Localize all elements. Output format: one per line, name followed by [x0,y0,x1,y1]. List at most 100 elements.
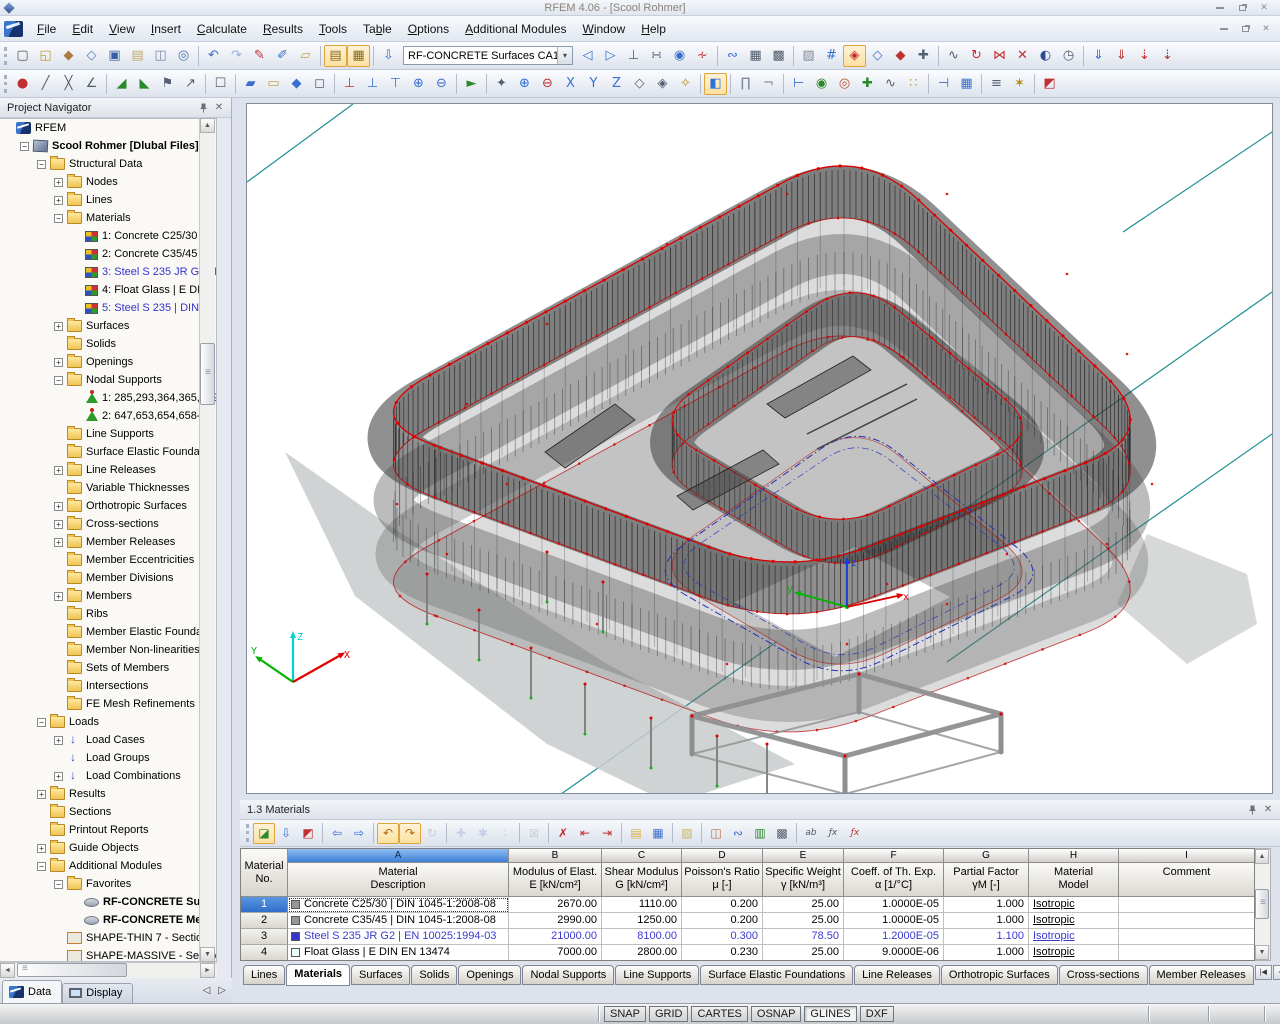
export-selection-button[interactable]: ◩ [297,823,319,844]
tree-item-member-elastic-foundat[interactable]: Member Elastic Foundat [0,623,216,641]
table-tab-member-releases[interactable]: Member Releases [1149,965,1254,985]
tab-data[interactable]: Data [2,980,62,1003]
column-letter-H[interactable]: H [1029,849,1119,863]
section-button[interactable]: ⊣ [932,73,955,95]
tree-expander-icon[interactable]: + [54,772,63,781]
tree-item-2-concrete-c35-45[interactable]: 2: Concrete C35/45 | [0,245,216,263]
cell-comment[interactable] [1119,897,1255,913]
row-number-4[interactable]: 4 [241,945,288,961]
table-tab-materials[interactable]: Materials [286,964,350,986]
toolbar-grip[interactable] [4,75,7,93]
info-button[interactable]: ◐ [1034,45,1057,67]
tree-item-members[interactable]: +Members [0,587,216,605]
navigator-vertical-scrollbar[interactable]: ▲ ▼ [199,118,215,962]
cell-poisson[interactable]: 0.300 [682,929,763,945]
tree-item-orthotropic-surfaces[interactable]: +Orthotropic Surfaces [0,497,216,515]
column-letter-B[interactable]: B [509,849,602,863]
dimension-red-button[interactable]: ∻ [691,45,714,67]
show-supports-button[interactable]: ⊢ [787,73,810,95]
import-from-model-button[interactable]: ⇩ [275,823,297,844]
new-button[interactable]: ▢ [11,45,34,67]
insert-solid-box-button[interactable]: ◻ [308,73,331,95]
snap-perpendicular-button[interactable]: ⊥ [622,45,645,67]
cell-poisson[interactable]: 0.200 [682,913,763,929]
scroll-down-icon[interactable]: ▼ [1255,945,1269,960]
tree-expander-icon[interactable]: − [54,214,63,223]
cell-shear[interactable]: 1110.00 [602,897,682,913]
cell-weight[interactable]: 25.00 [763,913,844,929]
status-toggle-dxf[interactable]: DXF [860,1006,894,1022]
saved-views-button[interactable]: ✧ [674,73,697,95]
status-toggle-cartes[interactable]: CARTES [691,1006,747,1022]
cell-model[interactable]: Isotropic [1029,929,1119,945]
scroll-left-icon[interactable]: ◄ [0,963,15,978]
table-tab-surfaces[interactable]: Surfaces [351,965,410,985]
cell-model[interactable]: Isotropic [1029,913,1119,929]
render-mode-button[interactable]: ◧ [704,73,727,95]
toolbar-grip[interactable] [4,47,7,65]
cell-thexp[interactable]: 9.0000E-06 [844,945,944,961]
chevron-down-icon[interactable]: ▾ [557,47,572,64]
tree-expander-icon[interactable]: + [54,466,63,475]
open-project-button[interactable]: ◆ [57,45,80,67]
column-letter-G[interactable]: G [944,849,1029,863]
tree-item-structural-data[interactable]: −Structural Data [0,155,216,173]
cell-model[interactable]: Isotropic [1029,945,1119,961]
insert-polyline-button[interactable]: ∠ [80,73,103,95]
dimension-xx-button[interactable]: ∺ [645,45,668,67]
table-vertical-scrollbar[interactable]: ▲ ▼ [1255,848,1271,961]
mdi-restore-button[interactable] [1237,23,1253,34]
menu-file[interactable]: File [29,18,64,40]
table-view-1-button[interactable]: ▦ [744,45,767,67]
scale-button[interactable]: ✕ [1011,45,1034,67]
mirror-button[interactable]: ⋈ [988,45,1011,67]
surface-results-button[interactable]: ◉ [810,73,833,95]
tree-expander-icon[interactable]: + [54,502,63,511]
status-toggle-snap[interactable]: SNAP [604,1006,646,1022]
tree-item-results[interactable]: +Results [0,785,216,803]
tree-item-surfaces[interactable]: +Surfaces [0,317,216,335]
clipboard-button[interactable]: ▤ [126,45,149,67]
cell-modulus[interactable]: 21000.00 [509,929,602,945]
row-number-1[interactable]: 1 [241,897,288,913]
table-tab-line-releases[interactable]: Line Releases [854,965,940,985]
tree-item-line-releases[interactable]: +Line Releases [0,461,216,479]
tree-item-intersections[interactable]: Intersections [0,677,216,695]
tree-expander-icon[interactable]: + [54,538,63,547]
wheel-pointer-button[interactable]: ◉ [668,45,691,67]
interpolate-button[interactable]: ∶ [494,823,516,844]
status-toggle-grid[interactable]: GRID [649,1006,689,1022]
mdi-minimize-button[interactable] [1216,23,1232,34]
scrollbar-thumb[interactable] [1255,889,1269,919]
tree-item-printout-reports[interactable]: Printout Reports [0,821,216,839]
delete-to-right-button[interactable]: ⇥ [596,823,618,844]
tree-item-rf-concrete-surfa[interactable]: RF-CONCRETE Surfa [0,893,216,911]
column-letter-D[interactable]: D [682,849,763,863]
view-y-button[interactable]: Y [582,73,605,95]
move-copy-button[interactable]: ¬ [757,73,780,95]
tree-expander-icon[interactable]: + [54,736,63,745]
table-tab-nodal-supports[interactable]: Nodal Supports [522,965,614,985]
table-tab-solids[interactable]: Solids [411,965,457,985]
tree-expander-icon[interactable]: − [54,376,63,385]
menu-results[interactable]: Results [255,18,311,40]
tree-item-fe-mesh-refinements[interactable]: FE Mesh Refinements [0,695,216,713]
insert-surface-button[interactable]: ▰ [239,73,262,95]
tree-item-sections[interactable]: Sections [0,803,216,821]
select-special-button[interactable]: ✦ [490,73,513,95]
cell-shear[interactable]: 2800.00 [602,945,682,961]
color-scale-button[interactable]: ◩ [1038,73,1061,95]
scrollbar-thumb[interactable] [17,963,127,977]
cell-weight[interactable]: 25.00 [763,897,844,913]
tree-expander-icon[interactable]: + [54,592,63,601]
render-glasses-button[interactable]: ∾ [721,45,744,67]
menu-help[interactable]: Help [633,18,674,40]
tree-item-1-285-293-364-365-639[interactable]: 1: 285,293,364,365,639 [0,389,216,407]
tree-expander-icon[interactable]: + [54,196,63,205]
tree-item-rfem[interactable]: RFEM [0,119,216,137]
menu-edit[interactable]: Edit [64,18,101,40]
menu-additional-modules[interactable]: Additional Modules [457,18,574,40]
scroll-up-icon[interactable]: ▲ [1255,849,1269,864]
tree-item-shape-thin-7-section[interactable]: SHAPE-THIN 7 - Section [0,929,216,947]
tree-item-ribs[interactable]: Ribs [0,605,216,623]
